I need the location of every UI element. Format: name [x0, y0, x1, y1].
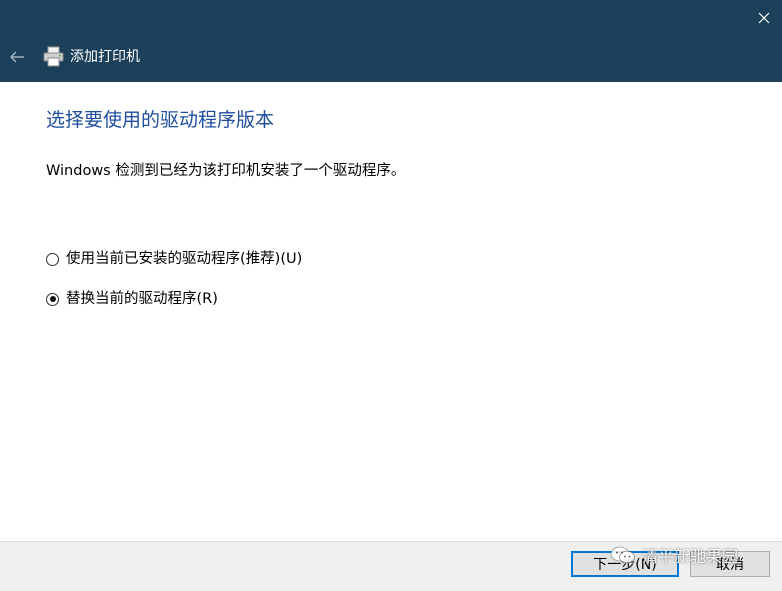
- back-button[interactable]: [6, 46, 28, 68]
- radio-button[interactable]: [46, 252, 59, 266]
- page-heading: 选择要使用的驱动程序版本: [46, 109, 275, 131]
- close-button[interactable]: [746, 0, 782, 36]
- next-button[interactable]: 下一步(N): [571, 551, 679, 577]
- page-description: Windows 检测到已经为该打印机安装了一个驱动程序。: [46, 163, 406, 179]
- radio-label: 替换当前的驱动程序(R): [66, 291, 218, 307]
- radio-use-current-driver[interactable]: 使用当前已安装的驱动程序(推荐)(U): [46, 248, 302, 270]
- radio-label: 使用当前已安装的驱动程序(推荐)(U): [66, 251, 303, 267]
- window-title: 添加打印机: [70, 49, 140, 65]
- close-icon: [758, 12, 770, 24]
- radio-replace-driver[interactable]: 替换当前的驱动程序(R): [46, 288, 218, 310]
- title-bar: 添加打印机: [0, 0, 782, 82]
- radio-button-selected[interactable]: [46, 292, 59, 306]
- cancel-button[interactable]: 取消: [690, 551, 770, 577]
- back-arrow-icon: [9, 51, 24, 63]
- printer-icon: [43, 46, 64, 67]
